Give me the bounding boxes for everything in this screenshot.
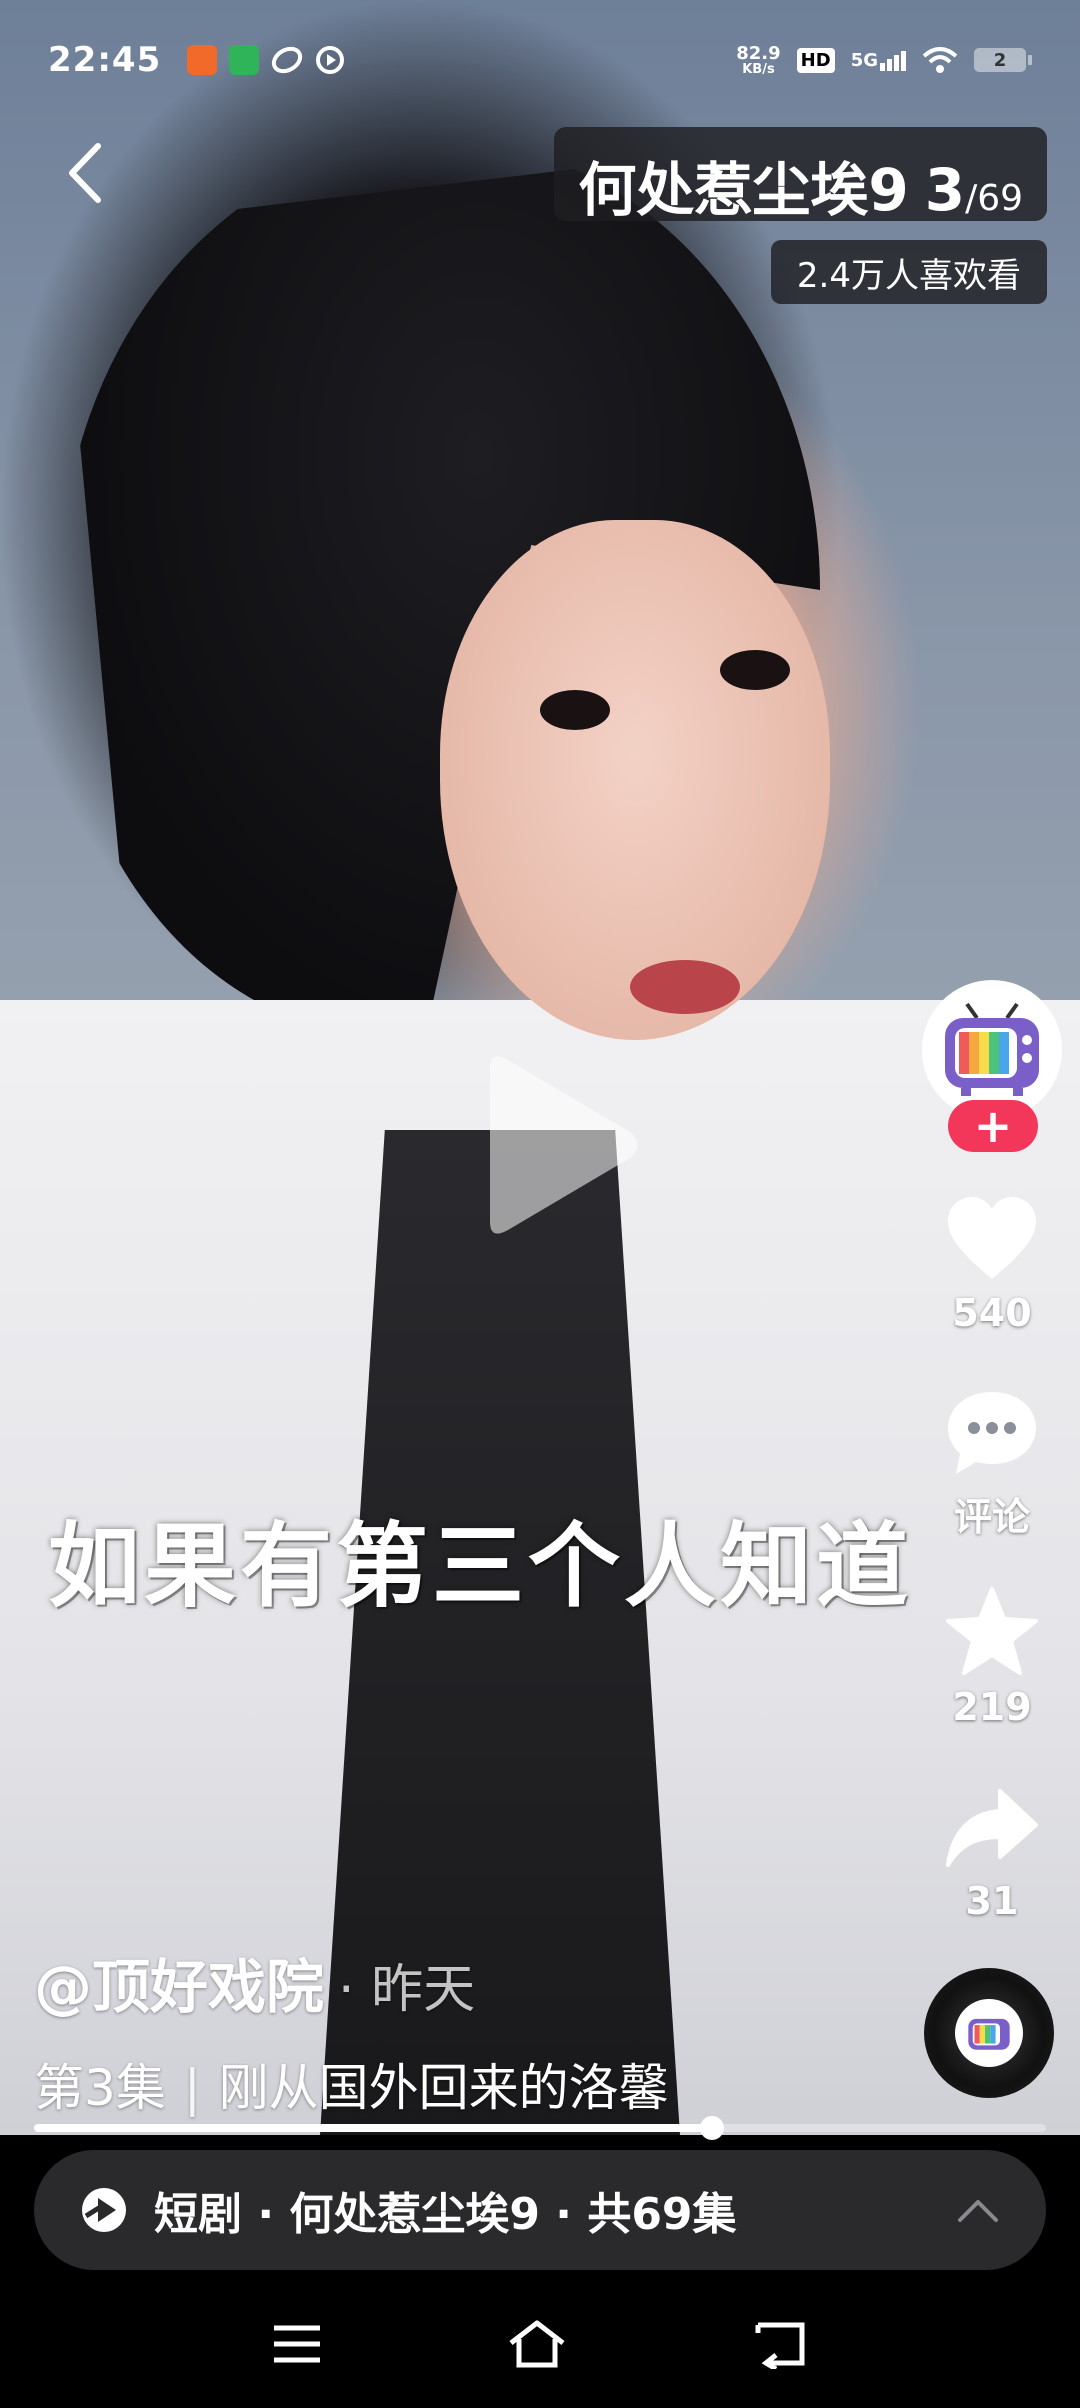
app-icon-play — [316, 46, 345, 74]
series-bar[interactable]: 短剧 · 何处惹尘埃9 · 共69集 — [34, 2150, 1046, 2270]
system-nav-bar — [0, 2280, 1080, 2408]
video-frame-face — [440, 520, 830, 1040]
battery-level: 2 — [974, 48, 1026, 72]
disc-tv-icon — [955, 1999, 1023, 2067]
hd-icon: HD — [796, 47, 835, 73]
author-line: @顶好戏院 · 昨天 — [34, 1940, 475, 2024]
net-speed: 82.9 KB/s — [736, 42, 781, 77]
popularity-badge: 2.4万人喜欢看 — [770, 240, 1047, 304]
comment-label: 评论 — [953, 1495, 1030, 1539]
progress-knob[interactable] — [700, 2116, 725, 2140]
status-bar: 22:45 82.9 KB/s HD 5G 2 — [0, 0, 1080, 120]
star-icon — [946, 1587, 1038, 1675]
favorite-count: 219 — [952, 1685, 1032, 1729]
home-icon[interactable] — [507, 2319, 567, 2369]
music-disc[interactable] — [924, 1968, 1054, 2098]
progress-fill — [34, 2124, 713, 2132]
net-speed-value: 82.9 — [736, 42, 781, 64]
author-name[interactable]: @顶好戏院 — [34, 1953, 324, 2021]
drama-title-badge[interactable]: 何处惹尘埃9 3 /69 — [554, 127, 1047, 224]
post-time: · 昨天 — [338, 1960, 476, 2020]
episode-label: 第3集 — [34, 2059, 166, 2117]
episode-current: 3 — [924, 156, 966, 224]
battery-icon: 2 — [974, 48, 1032, 72]
short-drama-icon — [82, 2188, 126, 2232]
status-time: 22:45 — [48, 40, 162, 80]
episode-total: /69 — [965, 178, 1023, 219]
series-text: 短剧 · 何处惹尘埃9 · 共69集 — [154, 2189, 737, 2240]
video-subtitle: 如果有第三个人知道 — [47, 1513, 912, 1620]
caption-separator: | — [183, 2059, 201, 2117]
chevron-up-icon[interactable] — [956, 2196, 1000, 2224]
app-icon-orange — [187, 45, 218, 75]
video-frame-lips — [630, 960, 740, 1014]
caption-description: 刚从国外回来的洛馨 — [218, 2059, 669, 2117]
back-icon[interactable] — [752, 2319, 808, 2369]
tv-logo-icon — [945, 1002, 1039, 1096]
heart-icon — [948, 1197, 1036, 1279]
follow-button[interactable]: + — [948, 1100, 1038, 1152]
signal-label: 5G — [850, 49, 878, 71]
share-button[interactable]: 31 — [922, 1785, 1062, 1923]
wifi-icon — [922, 47, 958, 73]
app-icon-green — [229, 45, 260, 75]
drama-title: 何处惹尘埃9 — [578, 156, 909, 224]
app-icon-swirl — [272, 46, 303, 74]
signal-icon: 5G — [851, 50, 906, 71]
net-speed-unit: KB/s — [742, 61, 775, 77]
comment-icon — [948, 1392, 1036, 1474]
video-caption: 第3集 | 刚从国外回来的洛馨 — [34, 2048, 669, 2120]
status-indicators: 82.9 KB/s HD 5G 2 — [736, 42, 1032, 77]
like-count: 540 — [952, 1291, 1032, 1335]
share-count: 31 — [965, 1879, 1019, 1923]
video-frame-eye-left — [540, 690, 610, 730]
menu-icon[interactable] — [272, 2324, 322, 2364]
video-player[interactable] — [0, 0, 1080, 2135]
status-app-icons — [187, 45, 345, 75]
progress-bar[interactable] — [34, 2116, 1046, 2140]
back-arrow-icon[interactable] — [58, 138, 114, 208]
comment-button[interactable]: 评论 — [922, 1388, 1062, 1541]
video-frame-eye-right — [720, 650, 790, 690]
play-icon[interactable] — [470, 1050, 640, 1240]
share-icon — [946, 1789, 1038, 1867]
like-button[interactable]: 540 — [922, 1195, 1062, 1335]
favorite-button[interactable]: 219 — [922, 1585, 1062, 1729]
